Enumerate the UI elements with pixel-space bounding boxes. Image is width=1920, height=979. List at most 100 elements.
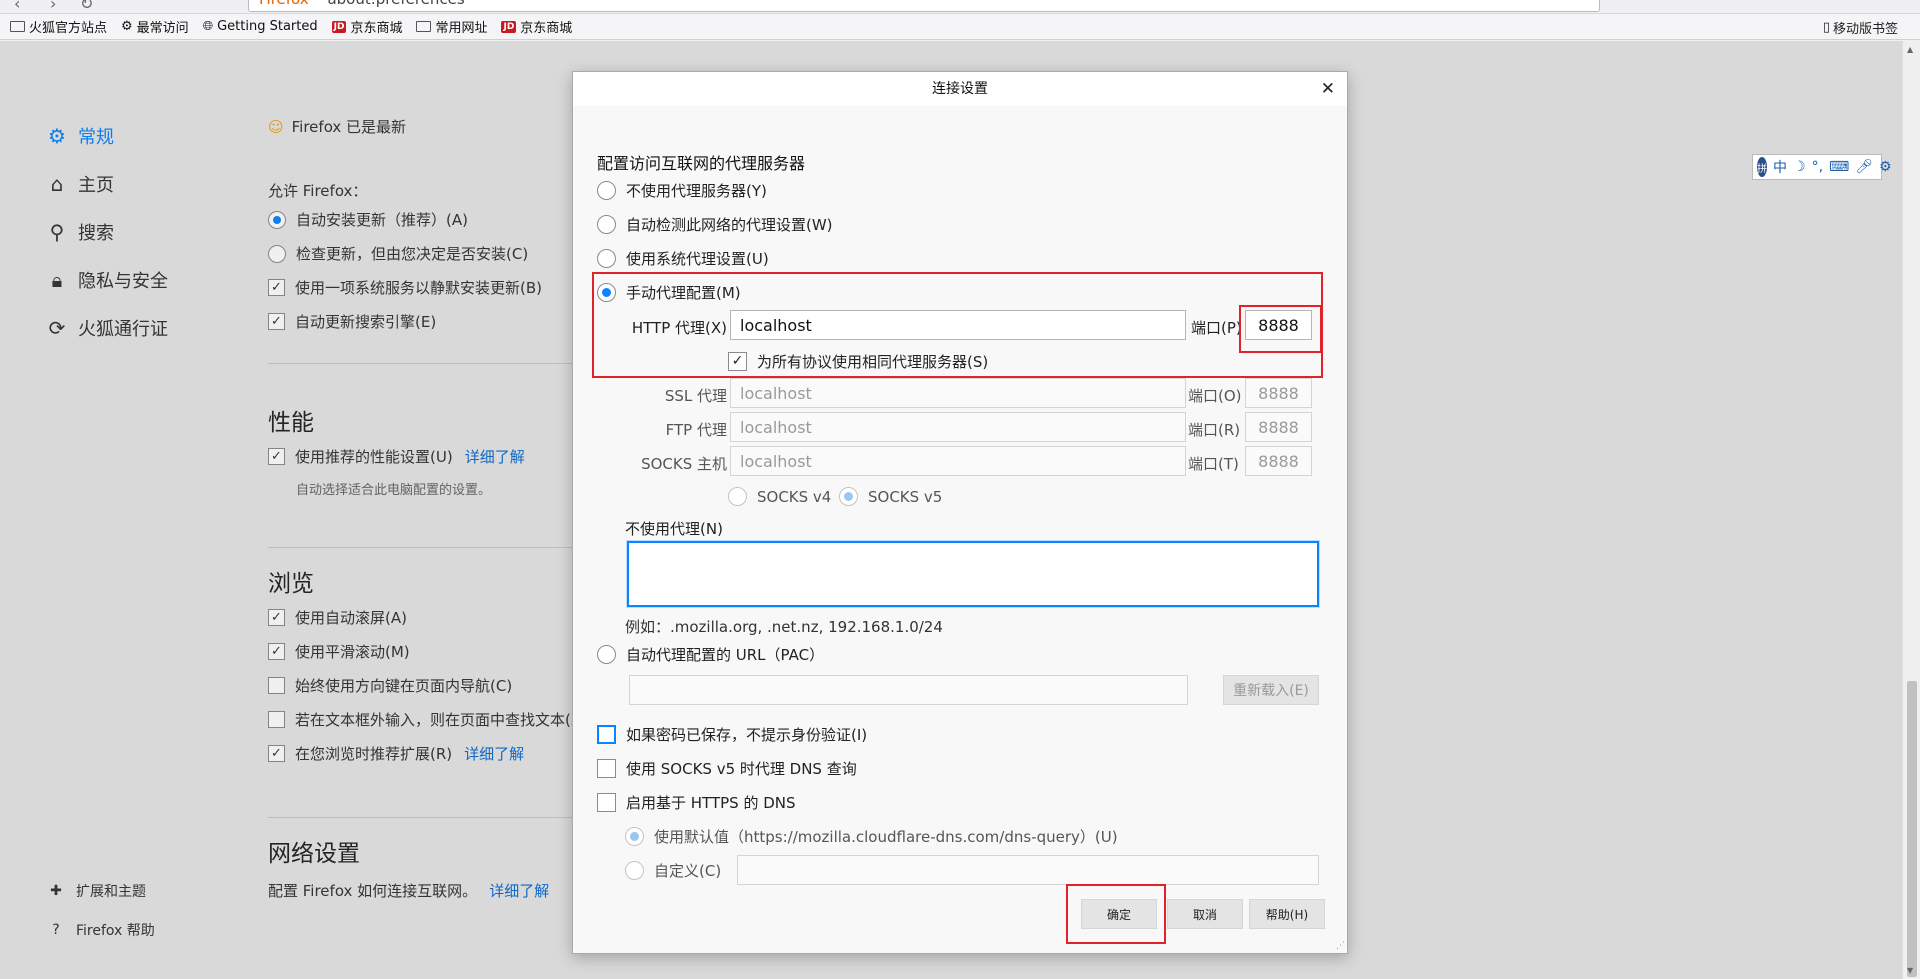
resize-grip-icon[interactable]: ⋰ — [1336, 941, 1345, 951]
mobile-bookmarks-label: 移动版书签 — [1832, 22, 1898, 37]
bookmark-label: 京东商城 — [350, 21, 403, 36]
socks-port-label: 端口(T) — [1188, 455, 1239, 473]
reload-button[interactable]: 重新载入(E) — [1223, 675, 1319, 705]
folder-icon — [10, 21, 25, 32]
radio-label: 自动代理配置的 URL（PAC） — [626, 646, 825, 664]
back-icon[interactable]: ‹ — [14, 0, 20, 13]
radio-icon — [597, 249, 616, 268]
ok-button[interactable]: 确定 — [1081, 899, 1157, 929]
radio-label: 自动检测此网络的代理设置(W) — [626, 216, 833, 234]
http-proxy-label: HTTP 代理(X) — [631, 319, 727, 337]
checkbox-empty — [597, 793, 616, 812]
forward-icon[interactable]: › — [50, 0, 56, 13]
page-scrollbar[interactable]: ▲ ▼ — [1902, 41, 1920, 979]
help-button[interactable]: 帮助(H) — [1249, 899, 1325, 929]
section-title: 配置访问互联网的代理服务器 — [597, 154, 806, 173]
radio-label: 手动代理配置(M) — [626, 284, 741, 302]
bookmark-getting-started[interactable]: 🌐︎ Getting Started — [203, 19, 318, 34]
navigation-toolbar: ‹ › ↻ Firefox about:preferences — [0, 0, 1920, 14]
checkbox-https-dns[interactable]: 启用基于 HTTPS 的 DNS — [597, 792, 796, 813]
scroll-up-icon[interactable]: ▲ — [1907, 45, 1913, 54]
http-port-input[interactable]: 8888 — [1245, 310, 1312, 340]
url-bar[interactable]: Firefox about:preferences — [248, 0, 1600, 12]
mobile-bookmarks[interactable]: ▯ 移动版书签 — [1823, 18, 1898, 37]
bookmark-most-visited[interactable]: ⚙ 最常访问 — [121, 17, 189, 36]
radio-label: 不使用代理服务器(Y) — [626, 182, 767, 200]
scrollbar-thumb[interactable] — [1907, 681, 1917, 977]
radio-no-proxy[interactable]: 不使用代理服务器(Y) — [597, 180, 767, 201]
bookmarks-toolbar: 火狐官方站点 ⚙ 最常访问 🌐︎ Getting Started JD 京东商城… — [0, 14, 1920, 40]
dialog-title: 连接设置 — [573, 72, 1347, 106]
http-proxy-input[interactable]: localhost — [730, 310, 1186, 340]
ssl-port-label: 端口(O) — [1188, 387, 1242, 405]
jd-icon: JD — [501, 20, 517, 33]
radio-icon — [597, 645, 616, 664]
checkbox-empty — [597, 759, 616, 778]
radio-icon — [625, 861, 644, 880]
scroll-down-icon[interactable]: ▼ — [1907, 966, 1913, 975]
example-text: 例如：.mozilla.org, .net.nz, 192.168.1.0/24 — [625, 618, 943, 636]
ime-mode[interactable]: 中 — [1773, 157, 1787, 177]
bookmark-label: Getting Started — [217, 19, 318, 34]
globe-icon: 🌐︎ — [202, 19, 214, 34]
radio-custom-dns[interactable]: 自定义(C) — [625, 860, 721, 881]
folder-icon — [416, 21, 432, 32]
radio-icon — [597, 215, 616, 234]
bookmark-firefox-site[interactable]: 火狐官方站点 — [10, 17, 107, 36]
ssl-proxy-label: SSL 代理 — [664, 387, 727, 405]
mobile-icon: ▯ — [1822, 20, 1830, 35]
ftp-port-label: 端口(R) — [1188, 421, 1241, 439]
ime-toolbar[interactable]: 拼 中 ☽ °, ⌨ 🎤︎ ⚙ — [1752, 154, 1892, 180]
radio-default-dns[interactable]: 使用默认值（https://mozilla.cloudflare-dns.com… — [625, 826, 1118, 847]
reload-icon[interactable]: ↻ — [80, 0, 93, 13]
bookmark-jd-2[interactable]: JD 京东商城 — [501, 17, 572, 36]
mic-icon[interactable]: 🎤︎ — [1855, 159, 1873, 175]
settings-icon[interactable]: ⚙ — [1879, 159, 1892, 175]
bookmark-jd-1[interactable]: JD 京东商城 — [331, 17, 403, 36]
radio-icon — [625, 827, 644, 846]
cancel-button[interactable]: 取消 — [1167, 899, 1243, 929]
ftp-port-input[interactable]: 8888 — [1245, 412, 1312, 442]
checkbox-label: 启用基于 HTTPS 的 DNS — [626, 794, 796, 812]
radio-pac[interactable]: 自动代理配置的 URL（PAC） — [597, 644, 824, 665]
radio-manual-proxy[interactable]: 手动代理配置(M) — [597, 282, 741, 303]
custom-dns-input[interactable] — [737, 855, 1319, 885]
radio-socks-v4[interactable]: SOCKS v4 — [728, 487, 831, 506]
radio-system-proxy[interactable]: 使用系统代理设置(U) — [597, 248, 769, 269]
identity-label: Firefox — [259, 0, 309, 8]
radio-icon — [839, 487, 858, 506]
checkbox-socks-dns[interactable]: 使用 SOCKS v5 时代理 DNS 查询 — [597, 758, 857, 779]
ssl-proxy-input[interactable]: localhost — [730, 378, 1186, 408]
checkbox-empty — [597, 725, 616, 744]
punctuation-icon[interactable]: °, — [1812, 159, 1823, 175]
radio-icon — [728, 487, 747, 506]
close-icon[interactable]: ✕ — [1321, 79, 1335, 99]
http-port-label: 端口(P) — [1191, 319, 1242, 337]
check-icon: ✓ — [728, 352, 747, 371]
ftp-proxy-input[interactable]: localhost — [730, 412, 1186, 442]
socks-host-input[interactable]: localhost — [730, 446, 1186, 476]
checkbox-share-all[interactable]: ✓ 为所有协议使用相同代理服务器(S) — [728, 351, 988, 372]
moon-icon[interactable]: ☽ — [1793, 159, 1806, 175]
radio-label: SOCKS v4 — [757, 487, 832, 506]
radio-auto-detect[interactable]: 自动检测此网络的代理设置(W) — [597, 214, 833, 235]
socks-port-input[interactable]: 8888 — [1245, 446, 1312, 476]
radio-label: 使用默认值（https://mozilla.cloudflare-dns.com… — [654, 828, 1118, 846]
ssl-port-input[interactable]: 8888 — [1245, 378, 1312, 408]
checkbox-label: 如果密码已保存，不提示身份验证(I) — [626, 726, 868, 744]
no-proxy-for-textarea[interactable] — [627, 541, 1319, 607]
bookmark-label: 京东商城 — [520, 21, 573, 36]
ime-logo-icon: 拼 — [1757, 157, 1767, 177]
bookmark-label: 常用网址 — [435, 21, 488, 36]
radio-icon — [597, 181, 616, 200]
pac-url-input[interactable] — [629, 675, 1188, 705]
radio-socks-v5[interactable]: SOCKS v5 — [839, 487, 942, 506]
keyboard-icon[interactable]: ⌨ — [1829, 159, 1849, 175]
bookmark-common-sites[interactable]: 常用网址 — [416, 17, 487, 36]
gear-icon: ⚙ — [121, 19, 133, 34]
connection-settings-dialog: 连接设置 ✕ 配置访问互联网的代理服务器 不使用代理服务器(Y) 自动检测此网络… — [572, 71, 1348, 954]
checkbox-label: 使用 SOCKS v5 时代理 DNS 查询 — [626, 760, 857, 778]
no-proxy-for-label: 不使用代理(N) — [625, 520, 723, 538]
jd-icon: JD — [331, 20, 347, 33]
checkbox-no-auth-prompt[interactable]: 如果密码已保存，不提示身份验证(I) — [597, 724, 867, 745]
